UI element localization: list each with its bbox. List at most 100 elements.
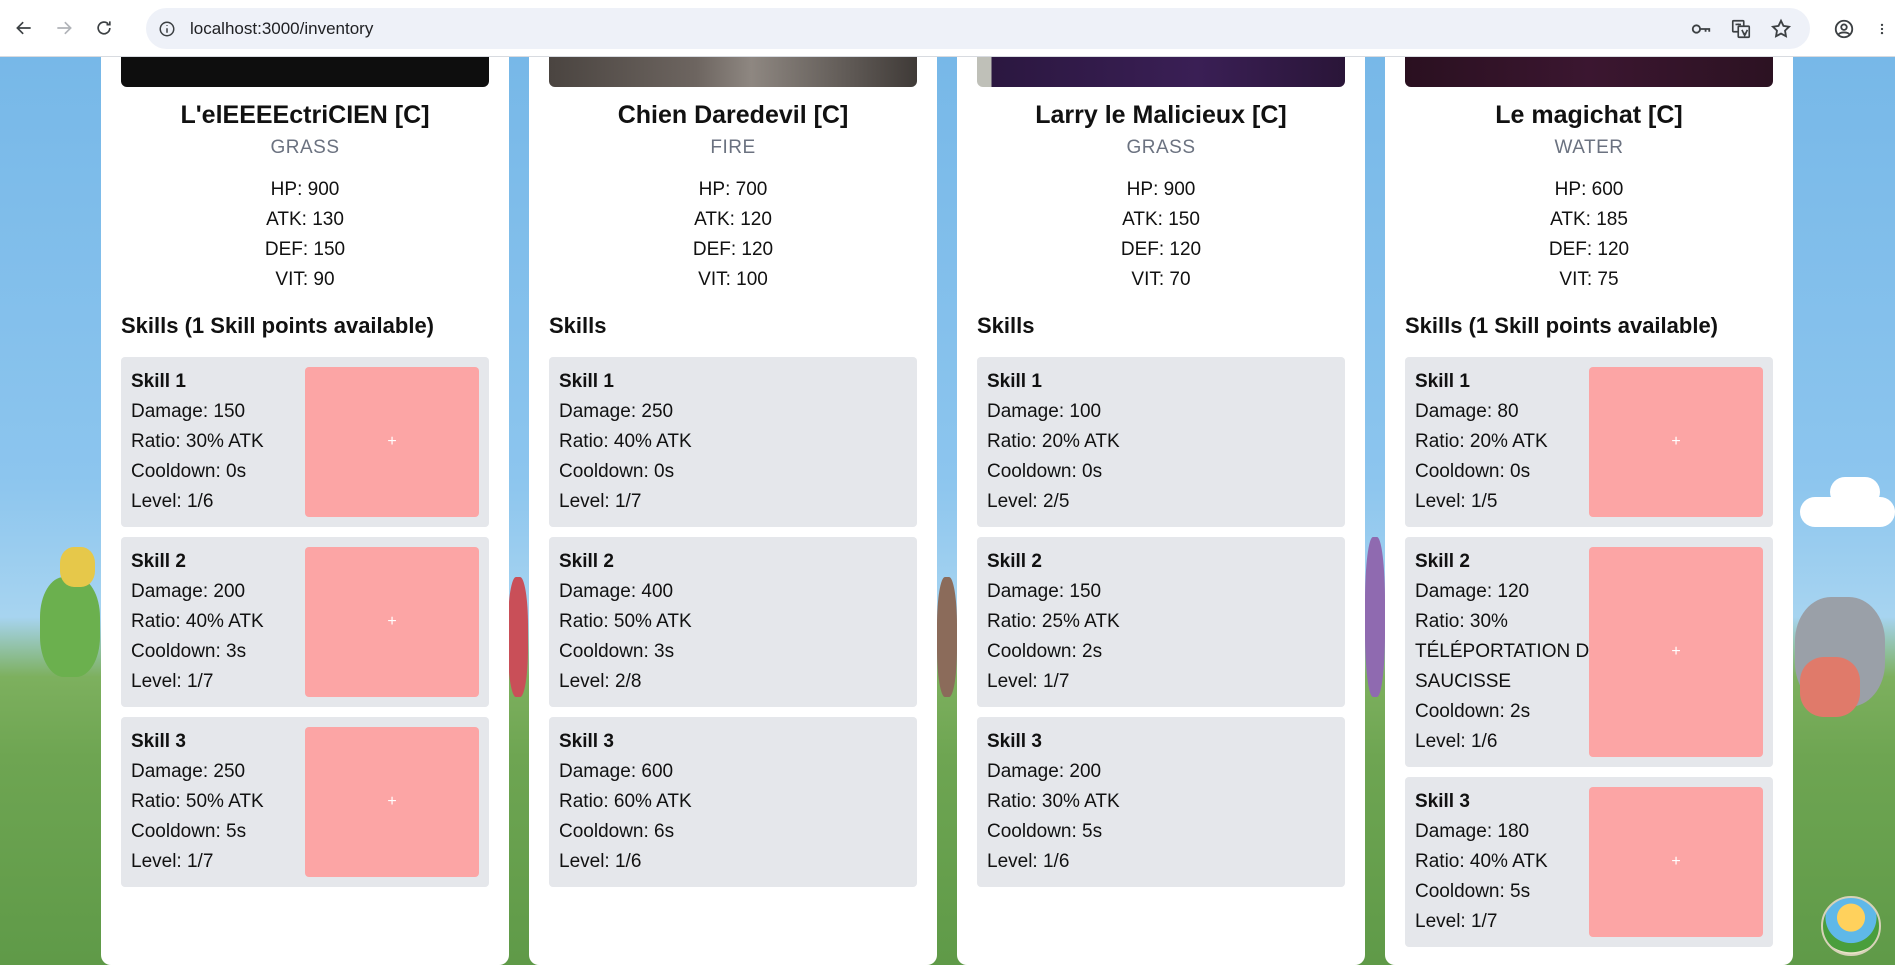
bookmark-star-icon[interactable] <box>1770 18 1792 40</box>
skill-ratio: Ratio: 40% ATK <box>559 431 692 452</box>
reload-icon[interactable] <box>84 8 124 48</box>
skill-name: Skill 1 <box>987 371 1042 392</box>
stat-hp: HP: 900 <box>270 179 340 200</box>
skill-name: Skill 2 <box>559 551 614 572</box>
skill-name: Skill 3 <box>131 731 186 752</box>
monster-card: Le magichat [C] WATER HP: 600 ATK: 185 D… <box>1385 57 1793 965</box>
skill-details: Skill 2 Damage: 120 Ratio: 30% TÉLÉPORTA… <box>1415 547 1602 757</box>
skill-ratio: Ratio: 20% ATK <box>1415 431 1548 452</box>
upgrade-skill-button[interactable]: + <box>1589 547 1763 757</box>
skills-title: Skills <box>977 313 1035 338</box>
skill-ratio: Ratio: 20% ATK <box>987 431 1120 452</box>
skill-details: Skill 3 Damage: 250 Ratio: 50% ATK Coold… <box>131 727 264 877</box>
skill-ratio: Ratio: 30% ATK <box>131 431 264 452</box>
address-bar[interactable]: localhost:3000/inventory <box>146 8 1810 49</box>
skills-title: Skills (1 Skill points available) <box>121 313 435 338</box>
monster-image <box>121 57 489 87</box>
skill-ratio: Ratio: 30% ATK <box>987 791 1120 812</box>
skill-ratio: Ratio: 50% ATK <box>131 791 264 812</box>
skill-cooldown: Cooldown: 0s <box>1415 461 1531 482</box>
stat-atk: ATK: 130 <box>266 209 344 230</box>
skill-ratio: Ratio: 50% ATK <box>559 611 692 632</box>
skill-ratio: Ratio: 40% ATK <box>131 611 264 632</box>
password-key-icon[interactable] <box>1690 18 1712 40</box>
forward-icon[interactable] <box>44 8 84 48</box>
stat-def: DEF: 150 <box>264 239 346 260</box>
monster-decoration <box>937 577 957 697</box>
skill-name: Skill 1 <box>559 371 614 392</box>
skill-name: Skill 3 <box>1415 791 1470 812</box>
skill-level: Level: 1/7 <box>131 851 214 872</box>
skill-ratio-continued: TÉLÉPORTATION DE <box>1415 641 1602 662</box>
monster-card: L'elEEEEctriCIEN [C] GRASS HP: 900 ATK: … <box>101 57 509 965</box>
skill-box: Skill 3 Damage: 180 Ratio: 40% ATK Coold… <box>1405 777 1773 947</box>
skill-cooldown: Cooldown: 3s <box>559 641 675 662</box>
url-text[interactable]: localhost:3000/inventory <box>190 19 373 39</box>
monster-card: Larry le Malicieux [C] GRASS HP: 900 ATK… <box>957 57 1365 965</box>
skill-name: Skill 2 <box>987 551 1042 572</box>
monster-image <box>977 57 1345 87</box>
skill-details: Skill 1 Damage: 250 Ratio: 40% ATK Coold… <box>559 367 692 517</box>
skill-damage: Damage: 80 <box>1415 401 1519 422</box>
skill-name: Skill 1 <box>1415 371 1470 392</box>
skill-cooldown: Cooldown: 5s <box>1415 881 1531 902</box>
skill-level: Level: 1/6 <box>559 851 642 872</box>
skill-level: Level: 1/6 <box>1415 731 1498 752</box>
skill-damage: Damage: 250 <box>559 401 674 422</box>
stat-hp: HP: 700 <box>698 179 768 200</box>
profile-icon[interactable] <box>1833 18 1855 40</box>
upgrade-skill-button[interactable]: + <box>1589 787 1763 937</box>
skill-cooldown: Cooldown: 3s <box>131 641 247 662</box>
stat-vit: VIT: 70 <box>1131 269 1191 290</box>
skill-box: Skill 1 Damage: 150 Ratio: 30% ATK Coold… <box>121 357 489 527</box>
stat-atk: ATK: 150 <box>1122 209 1200 230</box>
skill-box: Skill 2 Damage: 200 Ratio: 40% ATK Coold… <box>121 537 489 707</box>
skill-level: Level: 1/5 <box>1415 491 1498 512</box>
skill-box: Skill 1 Damage: 250 Ratio: 40% ATK Coold… <box>549 357 917 527</box>
skill-cooldown: Cooldown: 2s <box>1415 701 1531 722</box>
stat-hp: HP: 600 <box>1554 179 1624 200</box>
menu-icon[interactable] <box>1875 18 1889 40</box>
island-logo-button[interactable] <box>1821 896 1881 956</box>
skill-ratio: Ratio: 60% ATK <box>559 791 692 812</box>
skill-damage: Damage: 250 <box>131 761 246 782</box>
skill-details: Skill 2 Damage: 150 Ratio: 25% ATK Coold… <box>987 547 1120 697</box>
skill-cooldown: Cooldown: 0s <box>987 461 1103 482</box>
skill-box: Skill 3 Damage: 250 Ratio: 50% ATK Coold… <box>121 717 489 887</box>
monster-image <box>1405 57 1773 87</box>
skill-details: Skill 1 Damage: 100 Ratio: 20% ATK Coold… <box>987 367 1120 517</box>
upgrade-skill-button[interactable]: + <box>1589 367 1763 517</box>
skill-damage: Damage: 180 <box>1415 821 1530 842</box>
skill-cooldown: Cooldown: 0s <box>559 461 675 482</box>
skill-ratio: Ratio: 25% ATK <box>987 611 1120 632</box>
skill-damage: Damage: 150 <box>987 581 1102 602</box>
stat-vit: VIT: 75 <box>1559 269 1619 290</box>
skill-damage: Damage: 120 <box>1415 581 1530 602</box>
monster-card: Chien Daredevil [C] FIRE HP: 700 ATK: 12… <box>529 57 937 965</box>
upgrade-skill-button[interactable]: + <box>305 727 479 877</box>
translate-icon[interactable] <box>1730 18 1752 40</box>
site-info-icon[interactable] <box>158 20 176 38</box>
skill-damage: Damage: 200 <box>987 761 1102 782</box>
skill-level: Level: 1/6 <box>987 851 1070 872</box>
skill-details: Skill 1 Damage: 150 Ratio: 30% ATK Coold… <box>131 367 264 517</box>
skill-cooldown: Cooldown: 0s <box>131 461 247 482</box>
stat-def: DEF: 120 <box>1120 239 1202 260</box>
upgrade-skill-button[interactable]: + <box>305 367 479 517</box>
back-icon[interactable] <box>4 8 44 48</box>
cloud-decoration <box>1830 477 1880 507</box>
upgrade-skill-button[interactable]: + <box>305 547 479 697</box>
skill-ratio: Ratio: 40% ATK <box>1415 851 1548 872</box>
skill-level: Level: 1/7 <box>131 671 214 692</box>
skill-damage: Damage: 100 <box>987 401 1102 422</box>
skill-box: Skill 2 Damage: 150 Ratio: 25% ATK Coold… <box>977 537 1345 707</box>
monster-stats: HP: 700 ATK: 120 DEF: 120 VIT: 100 <box>529 175 937 295</box>
skill-damage: Damage: 400 <box>559 581 674 602</box>
skill-level: Level: 2/5 <box>987 491 1070 512</box>
stat-hp: HP: 900 <box>1126 179 1196 200</box>
skill-cooldown: Cooldown: 5s <box>987 821 1103 842</box>
skill-details: Skill 3 Damage: 600 Ratio: 60% ATK Coold… <box>559 727 692 877</box>
stat-vit: VIT: 100 <box>698 269 768 290</box>
monster-type: GRASS <box>1126 137 1196 158</box>
skill-ratio: Ratio: 30% <box>1415 611 1508 632</box>
